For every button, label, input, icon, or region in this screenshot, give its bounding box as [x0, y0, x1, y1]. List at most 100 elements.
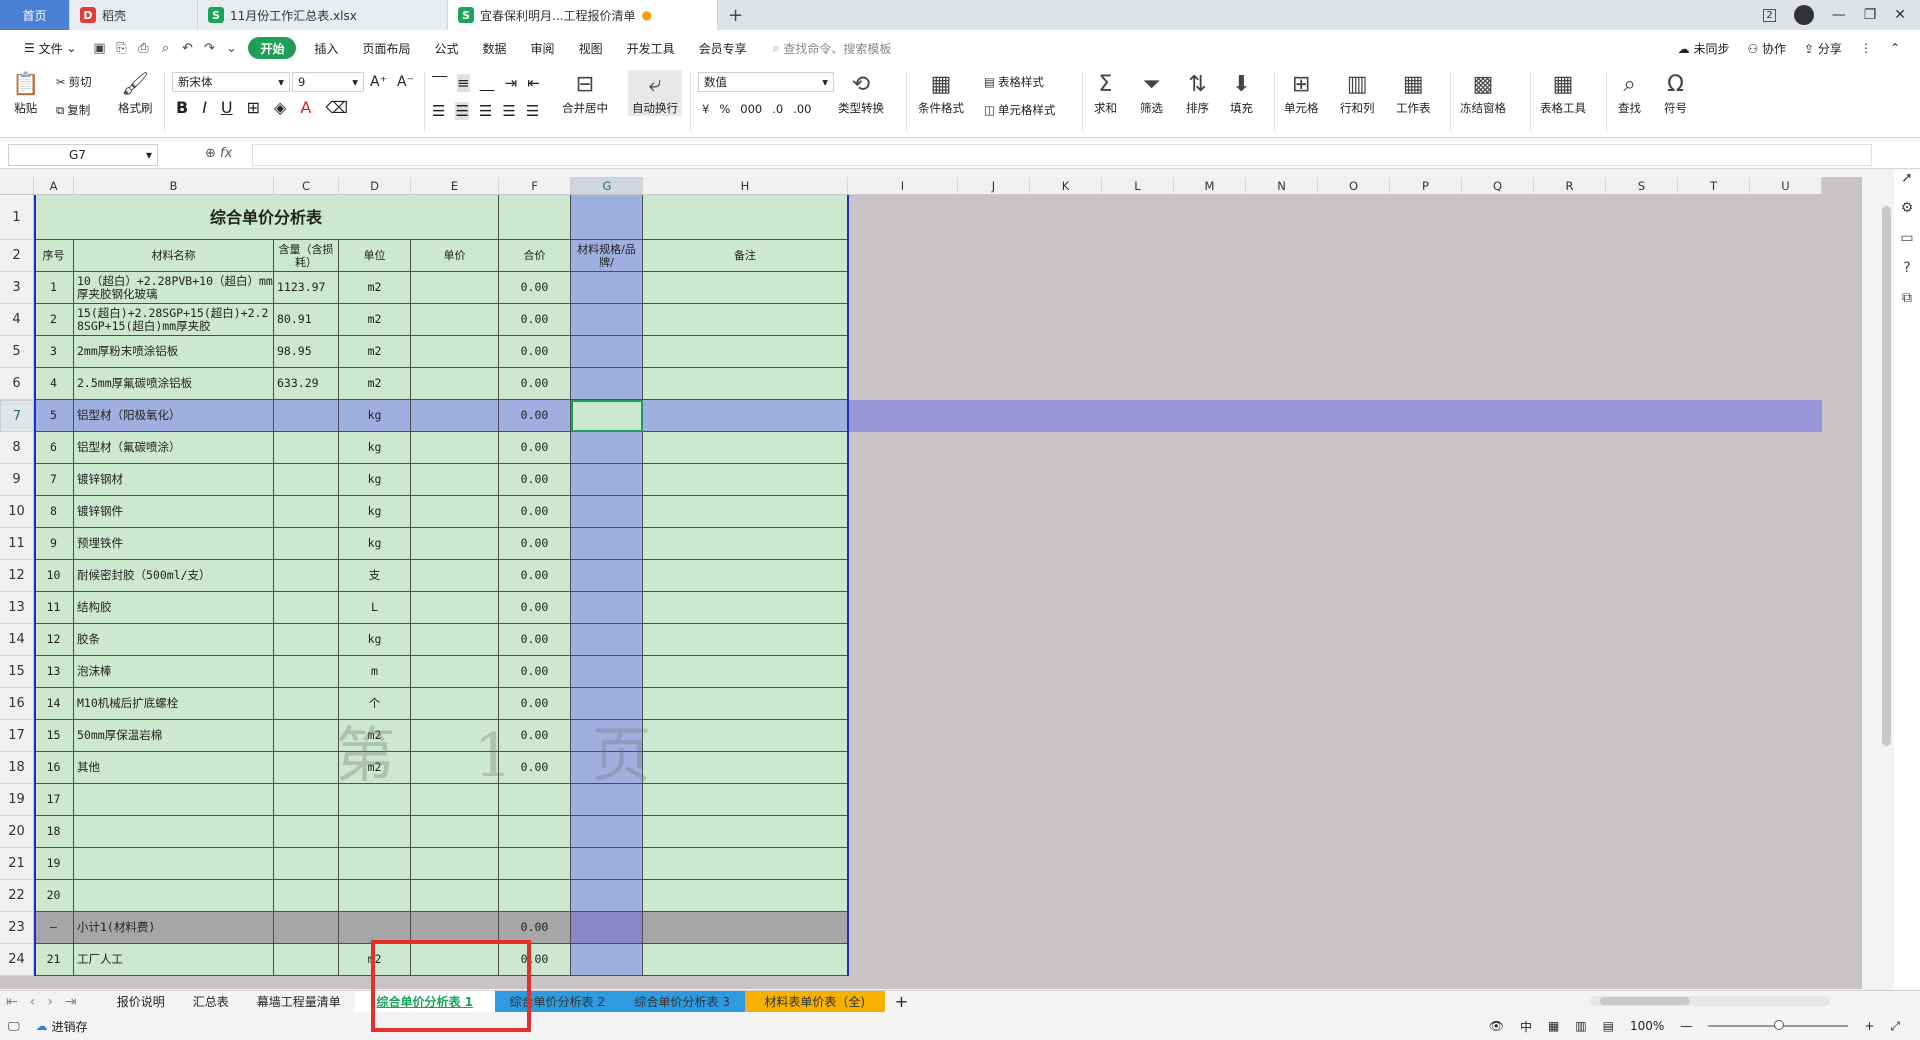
- print-icon[interactable]: ⎙: [134, 39, 152, 57]
- merge-center-button[interactable]: ⊟ 合并居中: [562, 70, 608, 116]
- quantity[interactable]: [274, 944, 339, 976]
- row-index[interactable]: 8: [34, 496, 74, 528]
- unit-price[interactable]: [411, 304, 499, 336]
- row-index[interactable]: 15: [34, 720, 74, 752]
- align-middle-icon[interactable]: ≡: [457, 74, 470, 92]
- minimize-icon[interactable]: —: [1832, 7, 1846, 23]
- remark[interactable]: [643, 272, 848, 304]
- total-price[interactable]: 0.00: [499, 720, 571, 752]
- tab-review[interactable]: 审阅: [519, 30, 567, 66]
- column-title[interactable]: 序号: [34, 240, 74, 272]
- unit[interactable]: 个: [339, 688, 411, 720]
- material-spec[interactable]: [571, 336, 643, 368]
- export-icon[interactable]: ⎘: [112, 39, 130, 57]
- add-sheet-button[interactable]: +: [885, 992, 918, 1011]
- input-method-icon[interactable]: 中: [1520, 1018, 1532, 1035]
- total-price[interactable]: 0.00: [499, 464, 571, 496]
- total-price[interactable]: [499, 848, 571, 880]
- unit[interactable]: kg: [339, 496, 411, 528]
- material-spec[interactable]: [571, 944, 643, 976]
- unit-price[interactable]: [411, 848, 499, 880]
- row-index[interactable]: 20: [34, 880, 74, 912]
- avatar[interactable]: [1793, 5, 1814, 25]
- row-index[interactable]: 9: [34, 528, 74, 560]
- fx-icon[interactable]: ⊕ fx: [205, 146, 232, 161]
- material-spec[interactable]: [571, 912, 643, 944]
- sheet-tab-curtain-wall-bill[interactable]: 幕墙工程量清单: [243, 991, 355, 1013]
- row-index[interactable]: —: [34, 912, 74, 944]
- material-spec[interactable]: [571, 496, 643, 528]
- material-spec[interactable]: [571, 752, 643, 784]
- row-index[interactable]: 13: [34, 656, 74, 688]
- column-title[interactable]: 单位: [339, 240, 411, 272]
- column-header[interactable]: L: [1102, 177, 1174, 195]
- material-name[interactable]: 工厂人工: [74, 944, 274, 976]
- quantity[interactable]: 80.91: [274, 304, 339, 336]
- row-header[interactable]: 9: [0, 464, 34, 496]
- material-name[interactable]: 15(超白)+2.28SGP+15(超白)+2.28SGP+15(超白)mm厚夹…: [74, 304, 274, 336]
- material-name[interactable]: [74, 880, 274, 912]
- unit[interactable]: kg: [339, 624, 411, 656]
- material-spec[interactable]: [571, 560, 643, 592]
- backup-icon[interactable]: ⧉: [1902, 290, 1912, 306]
- material-name[interactable]: 耐候密封胶（500ml/支）: [74, 560, 274, 592]
- align-center-icon[interactable]: ☰: [455, 102, 469, 120]
- remark[interactable]: [643, 784, 848, 816]
- row-header[interactable]: 23: [0, 912, 34, 944]
- undo-icon[interactable]: ↶: [178, 39, 196, 57]
- worksheet-button[interactable]: ▦ 工作表: [1396, 70, 1431, 116]
- align-top-icon[interactable]: ⎺: [432, 74, 447, 92]
- unit-price[interactable]: [411, 944, 499, 976]
- formula-input[interactable]: [252, 144, 1872, 166]
- remark[interactable]: [643, 592, 848, 624]
- sync-status[interactable]: ☁ 未同步: [1678, 40, 1730, 57]
- remark[interactable]: [643, 368, 848, 400]
- column-header[interactable]: B: [74, 177, 274, 195]
- row-header[interactable]: 24: [0, 944, 34, 976]
- sheet-tab-analysis-3[interactable]: 综合单价分析表 3: [619, 990, 745, 1013]
- last-sheet-icon[interactable]: ⇥: [59, 994, 83, 1010]
- cell[interactable]: [643, 195, 848, 240]
- row-header[interactable]: 21: [0, 848, 34, 880]
- unit[interactable]: [339, 880, 411, 912]
- material-name[interactable]: 泡沫棒: [74, 656, 274, 688]
- material-spec[interactable]: [571, 688, 643, 720]
- unit-price[interactable]: [411, 592, 499, 624]
- quantity[interactable]: [274, 720, 339, 752]
- quantity[interactable]: [274, 912, 339, 944]
- unit[interactable]: m2: [339, 368, 411, 400]
- material-name[interactable]: 其他: [74, 752, 274, 784]
- unit[interactable]: m: [339, 656, 411, 688]
- italic-icon[interactable]: I: [202, 98, 207, 117]
- unit-price[interactable]: [411, 688, 499, 720]
- row-index[interactable]: 5: [34, 400, 74, 432]
- unit[interactable]: kg: [339, 528, 411, 560]
- material-name[interactable]: [74, 816, 274, 848]
- cell[interactable]: [571, 195, 643, 240]
- layout-icon[interactable]: ▭: [1900, 230, 1913, 246]
- unit[interactable]: m2: [339, 752, 411, 784]
- tab-developer[interactable]: 开发工具: [615, 30, 687, 66]
- remark[interactable]: [643, 304, 848, 336]
- column-title[interactable]: 材料名称: [74, 240, 274, 272]
- first-sheet-icon[interactable]: ⇤: [0, 994, 24, 1010]
- name-box[interactable]: G7 ▾: [8, 144, 158, 166]
- cut-button[interactable]: ✂ 剪切: [56, 74, 92, 90]
- total-price[interactable]: 0.00: [499, 368, 571, 400]
- zoom-level[interactable]: 100%: [1630, 1019, 1664, 1033]
- total-price[interactable]: 0.00: [499, 560, 571, 592]
- total-price[interactable]: 0.00: [499, 912, 571, 944]
- share-button[interactable]: ⇪ 分享: [1804, 40, 1842, 57]
- cell-style-button[interactable]: ◫ 单元格样式: [984, 102, 1055, 118]
- find-button[interactable]: ⌕ 查找: [1618, 70, 1641, 116]
- settings-icon[interactable]: ⚙: [1901, 200, 1914, 216]
- unit-price[interactable]: [411, 560, 499, 592]
- table-tools-button[interactable]: ▦ 表格工具: [1540, 70, 1586, 116]
- quantity[interactable]: [274, 464, 339, 496]
- clear-icon[interactable]: ⌫: [325, 98, 348, 117]
- unit[interactable]: kg: [339, 464, 411, 496]
- material-spec[interactable]: [571, 848, 643, 880]
- unit-price[interactable]: [411, 720, 499, 752]
- preview-icon[interactable]: ⌕: [156, 39, 174, 57]
- page-break-view-icon[interactable]: ▤: [1603, 1019, 1614, 1033]
